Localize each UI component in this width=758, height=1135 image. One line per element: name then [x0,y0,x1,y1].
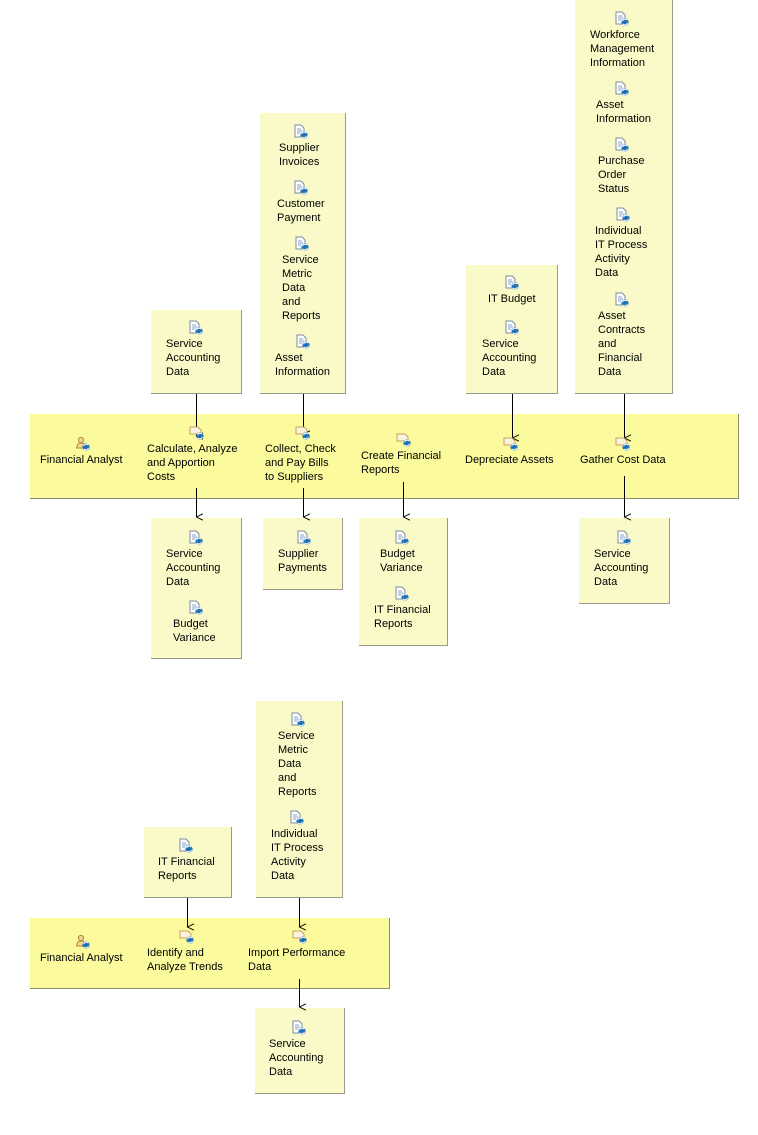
artifact-item-label: Individual IT Process Activity Data [271,828,324,882]
activity-icon [396,432,412,448]
activity-icon [295,425,311,441]
artifact-item-label: Workforce Management Information [590,29,655,69]
document-icon [614,137,630,153]
artifact-item-label: Customer Payment [277,198,325,224]
document-icon [295,334,311,350]
document-icon [614,11,630,27]
artifact-item-label: Service Metric Data and Reports [278,730,317,798]
activity-node-label: Create Financial Reports [361,450,442,476]
document-icon [289,810,305,826]
artifact-item-label: IT Financial Reports [374,604,431,630]
performer-icon [75,436,91,452]
artifact-item-label: IT Budget [488,293,536,305]
artifact-item-label: Budget Variance [380,548,423,574]
artifact-item-label: Service Accounting Data [594,548,649,588]
artifact-item-label: Supplier Payments [278,548,327,574]
activity-icon [615,436,631,452]
document-icon [291,1020,307,1036]
document-icon [188,530,204,546]
document-icon [188,600,204,616]
document-icon [293,124,309,140]
role-financial-analyst-label: Financial Analyst [40,952,123,964]
document-icon [394,586,410,602]
document-icon [614,292,630,308]
artifact-item-label: Budget Variance [173,618,216,644]
document-icon [616,530,632,546]
artifact-item-label: Asset Information [596,99,652,125]
activity-node-label: Depreciate Assets [465,454,554,466]
document-icon [296,530,312,546]
artifact-item-label: IT Financial Reports [158,856,215,882]
activity-icon [179,929,195,945]
artifact-item-label: Individual IT Process Activity Data [595,225,648,279]
artifact-item-label: Service Accounting Data [166,338,221,378]
artifact-item-label: Service Metric Data and Reports [282,254,321,322]
role-financial-analyst-label: Financial Analyst [40,454,123,466]
performer-icon [75,934,91,950]
document-icon [394,530,410,546]
document-icon [504,320,520,336]
activity-icon [503,436,519,452]
artifact-item-label: Supplier Invoices [279,142,320,168]
artifact-item-label: Service Accounting Data [166,548,221,588]
document-icon [188,320,204,336]
activity-node-label: Gather Cost Data [580,454,666,466]
activity-node-label: Identify and Analyze Trends [147,947,223,973]
artifact-item-label: Service Accounting Data [269,1038,324,1078]
artifact-item-label: Purchase Order Status [598,155,645,195]
artifact-item-label: Asset Information [275,352,331,378]
activity-icon [292,929,308,945]
document-icon [293,180,309,196]
document-icon [615,207,631,223]
document-icon [504,275,520,291]
activity-node-label: Calculate, Analyze and Apportion Costs [147,443,238,483]
document-icon [294,236,310,252]
artifact-item-label: Asset Contracts and Financial Data [598,310,646,378]
document-icon [178,838,194,854]
activity-node-label: Import Performance Data [248,947,346,973]
artifact-item-label: Service Accounting Data [482,338,537,378]
document-icon [614,81,630,97]
document-icon [290,712,306,728]
activity-node-label: Collect, Check and Pay Bills to Supplier… [265,443,336,483]
activity-icon [189,425,205,441]
